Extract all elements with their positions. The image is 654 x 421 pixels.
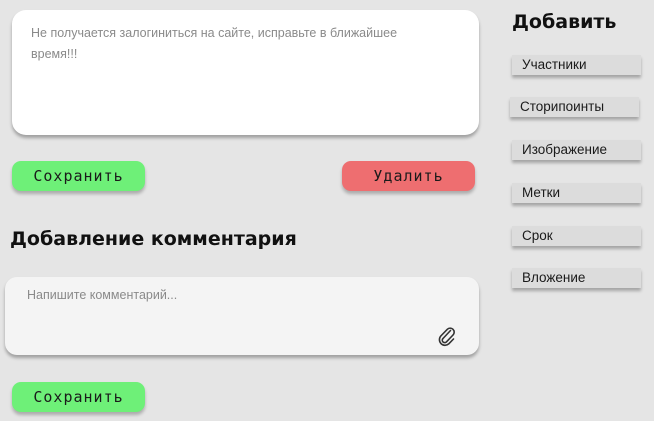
paperclip-icon[interactable] xyxy=(437,326,457,348)
add-labels-button[interactable]: Метки xyxy=(512,183,641,203)
add-attachment-button[interactable]: Вложение xyxy=(512,268,641,288)
save-comment-button[interactable]: Сохранить xyxy=(12,382,145,412)
add-storypoints-button[interactable]: Сторипоинты xyxy=(510,97,639,117)
add-due-date-button[interactable]: Срок xyxy=(512,226,641,246)
delete-task-button[interactable]: Удалить xyxy=(342,161,475,191)
task-description-text[interactable]: Не получается залогиниться на сайте, исп… xyxy=(31,23,411,65)
add-section-heading: Добавить xyxy=(512,11,617,33)
comment-input-card[interactable] xyxy=(5,277,479,355)
add-participants-button[interactable]: Участники xyxy=(512,55,641,75)
comment-input[interactable] xyxy=(27,288,407,302)
add-image-button[interactable]: Изображение xyxy=(512,140,641,160)
task-description-card[interactable]: Не получается залогиниться на сайте, исп… xyxy=(12,10,479,135)
save-task-button[interactable]: Сохранить xyxy=(12,161,145,191)
comment-section-heading: Добавление комментария xyxy=(10,228,297,250)
